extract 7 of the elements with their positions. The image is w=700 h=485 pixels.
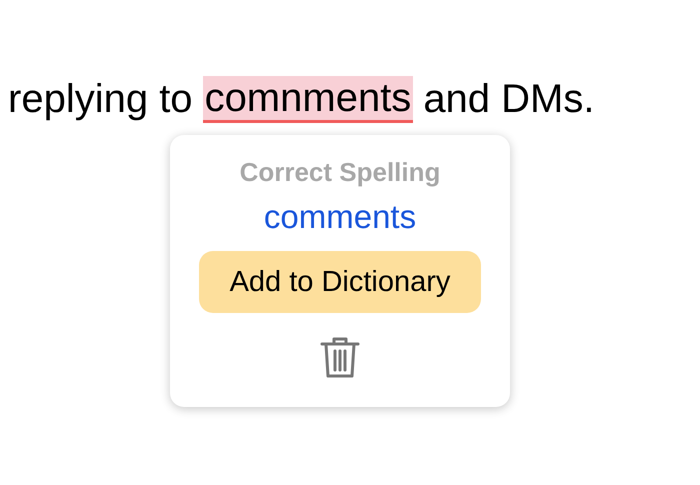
add-to-dictionary-button[interactable]: Add to Dictionary: [199, 251, 481, 313]
popup-title: Correct Spelling: [240, 157, 440, 187]
suggestion-option[interactable]: comments: [252, 197, 428, 237]
misspelled-word[interactable]: comnments: [202, 76, 414, 123]
sentence-text: replying to: [8, 76, 193, 123]
trash-icon[interactable]: [320, 335, 360, 379]
sentence-text: and DMs.: [423, 76, 594, 123]
